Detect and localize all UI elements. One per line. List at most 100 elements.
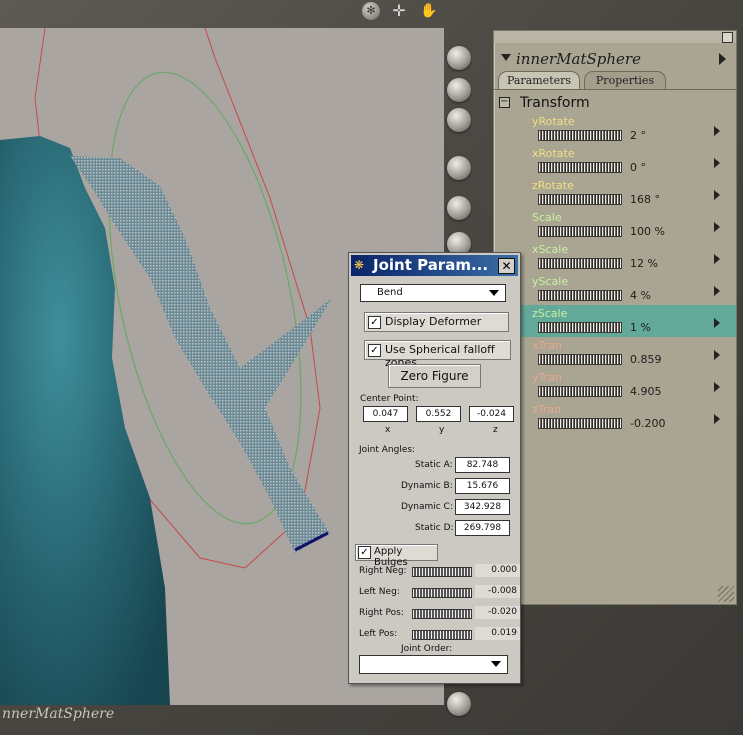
camera-ball-control[interactable] [447,692,471,716]
parameter-row[interactable]: xRotate 0 ° [494,145,736,177]
parameter-value[interactable]: 0.859 [630,353,662,366]
parameter-menu-arrow-icon[interactable] [714,382,720,392]
joint-order-label: Joint Order: [401,644,453,654]
top-toolbar: ✻ ✛ ✋ [360,2,440,22]
left-neg-dial[interactable] [412,588,472,598]
camera-ball-control[interactable] [447,196,471,220]
deformer-type-value: Bend [377,287,403,298]
parameter-value[interactable]: 1 % [630,321,651,334]
static-a-field[interactable]: 82.748 [455,457,510,473]
tab-parameters[interactable]: Parameters [498,71,580,90]
center-z-field[interactable]: -0.024 [469,406,514,422]
parameter-name: xTran [532,339,562,352]
left-pos-dial[interactable] [412,630,472,640]
parameter-value[interactable]: 168 ° [630,193,660,206]
left-neg-value[interactable]: -0.008 [475,585,520,598]
center-x-field[interactable]: 0.047 [363,406,408,422]
static-d-field[interactable]: 269.798 [455,520,510,536]
spherical-falloff-checkbox[interactable]: ✓ [368,344,381,357]
camera-ball-control[interactable] [447,156,471,180]
parameter-name: Scale [532,211,562,224]
parameter-menu-arrow-icon[interactable] [714,350,720,360]
parameter-name: xScale [532,243,569,256]
parameter-row[interactable]: yTran 4.905 [494,369,736,401]
right-pos-dial[interactable] [412,609,472,619]
parameter-dial[interactable] [538,258,622,269]
camera-rotate-icon[interactable]: ✻ [362,2,380,20]
section-title[interactable]: Transform [520,95,590,111]
parameter-value[interactable]: 100 % [630,225,665,238]
spherical-falloff-row[interactable]: ✓ Use Spherical falloff zones [364,340,511,369]
parameter-menu-arrow-icon[interactable] [714,414,720,424]
parameter-row[interactable]: zTran -0.200 [494,401,736,433]
right-neg-dial[interactable] [412,567,472,577]
resize-grip[interactable] [718,586,734,602]
display-deformer-label: Display Deformer [385,315,482,328]
parameter-dial[interactable] [538,354,622,365]
center-point-label: Center Point: [360,394,419,404]
actor-name[interactable]: innerMatSphere [516,50,641,68]
parameter-menu-arrow-icon[interactable] [714,254,720,264]
camera-ball-control[interactable] [447,78,471,102]
parameter-menu-arrow-icon[interactable] [714,286,720,296]
parameter-dial[interactable] [538,226,622,237]
parameter-value[interactable]: -0.200 [630,417,665,430]
right-neg-label: Right Neg: [359,566,407,576]
dynamic-b-field[interactable]: 15.676 [455,478,510,494]
parameter-dial[interactable] [538,386,622,397]
parameter-name: zRotate [532,179,574,192]
parameter-menu-arrow-icon[interactable] [714,318,720,328]
parameter-row[interactable]: Scale 100 % [494,209,736,241]
zero-figure-button[interactable]: Zero Figure [388,364,481,388]
parameter-row[interactable]: zRotate 168 ° [494,177,736,209]
center-y-field[interactable]: 0.552 [416,406,461,422]
hand-icon[interactable]: ✋ [420,2,438,20]
left-pos-label: Left Pos: [359,629,398,639]
panel-collapse-button[interactable] [722,32,733,43]
parameter-menu-arrow-icon[interactable] [714,190,720,200]
parameter-row[interactable]: xTran 0.859 [494,337,736,369]
parameter-value[interactable]: 0 ° [630,161,646,174]
dialog-titlebar[interactable]: ❋ Joint Param... ✕ [351,255,518,276]
move-xyz-icon[interactable]: ✛ [390,2,408,20]
parameter-menu-arrow-icon[interactable] [714,158,720,168]
dynamic-c-field[interactable]: 342.928 [455,499,510,515]
parameter-value[interactable]: 4 % [630,289,651,302]
parameter-menu-arrow-icon[interactable] [714,222,720,232]
parameter-row[interactable]: xScale 12 % [494,241,736,273]
joint-order-select[interactable] [359,655,508,674]
collapse-icon[interactable]: − [499,97,510,108]
parameter-dial[interactable] [538,322,622,333]
left-pos-value[interactable]: 0.019 [475,627,520,640]
parameter-dial[interactable] [538,194,622,205]
panel-titlebar[interactable] [494,31,736,43]
apply-bulges-checkbox[interactable]: ✓ [358,546,371,559]
parameter-menu-arrow-icon[interactable] [714,126,720,136]
poser-app-icon: ❋ [354,258,365,272]
parameter-dial[interactable] [538,290,622,301]
parameter-value[interactable]: 4.905 [630,385,662,398]
camera-ball-control[interactable] [447,46,471,70]
triangle-down-icon[interactable] [501,54,511,61]
x-axis-label: x [385,425,391,435]
parameter-dial[interactable] [538,418,622,429]
parameter-row[interactable]: yScale 4 % [494,273,736,305]
display-deformer-checkbox[interactable]: ✓ [368,316,381,329]
panel-menu-arrow-icon[interactable] [719,53,726,65]
parameter-dial[interactable] [538,130,622,141]
close-button[interactable]: ✕ [498,258,515,274]
parameter-row[interactable]: zScale 1 % [494,305,736,337]
parameter-dial[interactable] [538,162,622,173]
parameter-value[interactable]: 12 % [630,257,658,270]
dynamic-b-label: Dynamic B: [401,481,453,491]
right-pos-value[interactable]: -0.020 [475,606,520,619]
parameter-value[interactable]: 2 ° [630,129,646,142]
camera-ball-control[interactable] [447,108,471,132]
right-neg-value[interactable]: 0.000 [475,564,520,577]
apply-bulges-row[interactable]: ✓ Apply Bulges [355,544,438,568]
display-deformer-row[interactable]: ✓ Display Deformer [364,312,509,332]
static-a-label: Static A: [415,460,453,470]
deformer-type-select[interactable]: Bend [360,284,506,302]
tab-properties[interactable]: Properties [584,71,666,90]
parameter-row[interactable]: yRotate 2 ° [494,113,736,145]
